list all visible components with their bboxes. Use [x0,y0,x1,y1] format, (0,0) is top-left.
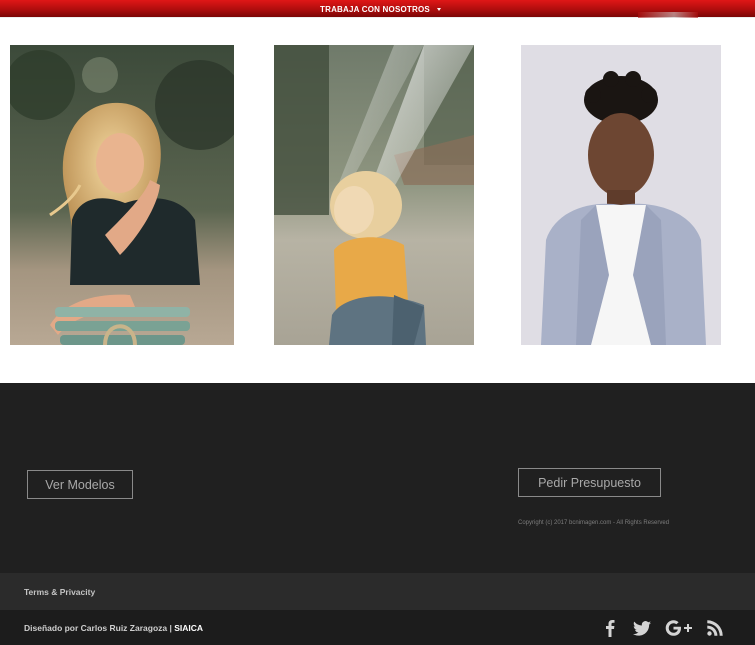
ver-modelos-button[interactable]: Ver Modelos [27,470,133,499]
nav-decoration [638,12,698,18]
photo-image [274,45,474,345]
terms-privacy-link[interactable]: Terms & Privacity [24,587,95,597]
top-nav-bar: TRABAJA CON NOSOTROS [0,0,755,18]
footer-terms-strip: Terms & Privacity [0,573,755,610]
footer-bottom-bar: Diseñado por Carlos Ruiz Zaragoza | SIAI… [0,610,755,645]
footer-main: Ver Modelos Pedir Presupuesto Copyright … [0,383,755,573]
designer-credit: Diseñado por Carlos Ruiz Zaragoza | SIAI… [24,623,203,633]
photo-image [521,45,721,345]
caret-down-icon [436,7,441,11]
nav-item-label: TRABAJA CON NOSOTROS [320,4,430,14]
google-plus-icon[interactable] [664,619,694,637]
model-photo-2[interactable] [274,45,474,345]
twitter-icon[interactable] [631,619,653,637]
model-photo-3[interactable] [521,45,721,345]
credit-text: Diseñado por Carlos Ruiz Zaragoza | [24,623,175,633]
rss-icon[interactable] [705,619,725,637]
model-photo-1[interactable] [10,45,234,345]
facebook-icon[interactable] [602,619,618,637]
credit-brand-link[interactable]: SIAICA [174,623,203,633]
pedir-presupuesto-button[interactable]: Pedir Presupuesto [518,468,661,497]
photo-image [10,45,234,345]
copyright-text: Copyright (c) 2017 bcnimagen.com - All R… [518,520,670,526]
nav-item-trabaja[interactable]: TRABAJA CON NOSOTROS [320,2,441,16]
